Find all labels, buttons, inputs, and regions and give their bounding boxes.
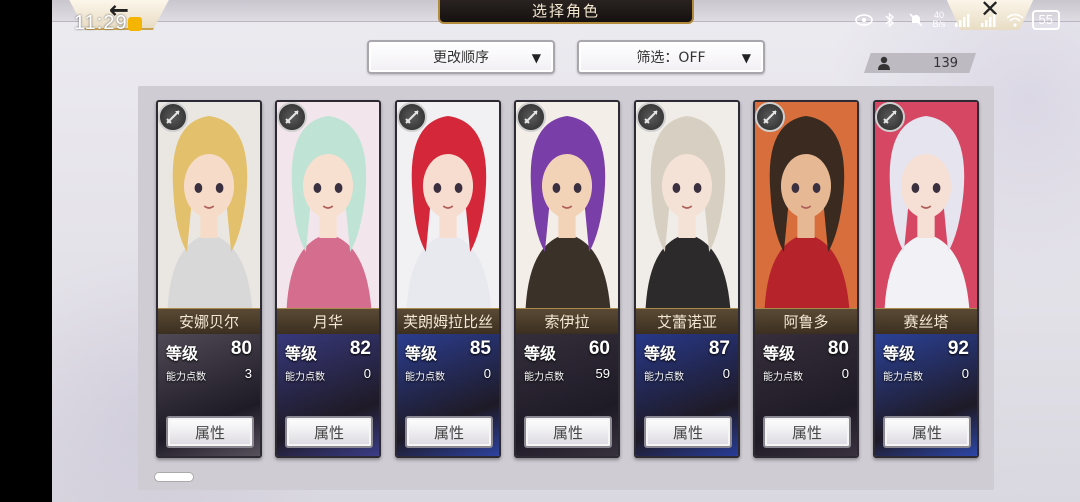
level-label: 等级	[763, 344, 796, 363]
character-name: 艾蕾诺亚	[636, 308, 738, 334]
ability-points-label: 能力点数	[166, 372, 206, 383]
filter-dropdown[interactable]: 筛选：OFF ▼	[577, 40, 765, 74]
level-label: 等级	[883, 344, 916, 363]
level-label: 等级	[405, 344, 438, 363]
bluetooth-icon	[881, 12, 899, 28]
character-portrait	[636, 102, 738, 308]
sword-class-icon	[158, 102, 188, 132]
ability-points-value: 0	[841, 366, 849, 381]
filter-label: 筛选：OFF	[636, 50, 706, 66]
game-screen: ← 选择角色 ✕ 11:29 40 B/s 55 更改顺序 ▼ 筛选：OFF ▼…	[52, 0, 1080, 502]
character-name: 阿鲁多	[755, 308, 857, 334]
level-label: 等级	[285, 344, 318, 363]
level-value: 92	[947, 338, 969, 359]
character-portrait	[755, 102, 857, 308]
attribute-button[interactable]: 属性	[524, 416, 612, 448]
ability-points-value: 0	[363, 366, 371, 381]
character-portrait	[277, 102, 379, 308]
attribute-button[interactable]: 属性	[644, 416, 732, 448]
character-card[interactable]: 阿鲁多等级 80 能力点数 0 属性	[753, 100, 859, 458]
character-portrait	[397, 102, 499, 308]
chevron-down-icon: ▼	[741, 51, 751, 65]
character-portrait	[875, 102, 977, 308]
eye-icon	[854, 12, 873, 28]
level-label: 等级	[166, 344, 199, 363]
sword-class-icon	[397, 102, 427, 132]
ability-points-label: 能力点数	[644, 372, 684, 383]
level-label: 等级	[524, 344, 557, 363]
character-card[interactable]: 索伊拉等级 60 能力点数 59 属性	[514, 100, 620, 458]
wifi-icon	[1006, 12, 1024, 28]
level-value: 87	[708, 338, 730, 359]
ability-points-label: 能力点数	[883, 372, 923, 383]
sword-class-icon	[636, 102, 666, 132]
mute-bell-icon	[907, 12, 925, 28]
character-portrait	[516, 102, 618, 308]
ability-points-value: 59	[595, 366, 610, 381]
character-card[interactable]: 艾蕾诺亚等级 87 能力点数 0 属性	[634, 100, 740, 458]
character-roster: 安娜贝尔等级 80 能力点数 3 属性 月华等级 82 能力点数 0 属性 芙朗姆拉比丝等级 85 能力…	[138, 86, 994, 490]
roster-count: 139	[864, 53, 976, 73]
attribute-button[interactable]: 属性	[405, 416, 493, 448]
character-portrait	[158, 102, 260, 308]
ability-points-label: 能力点数	[405, 372, 445, 383]
level-label: 等级	[644, 344, 677, 363]
signal-icon	[954, 12, 972, 28]
ability-points-label: 能力点数	[285, 372, 325, 383]
attribute-button[interactable]: 属性	[883, 416, 971, 448]
level-value: 85	[469, 338, 491, 359]
ability-points-label: 能力点数	[524, 372, 564, 383]
attribute-button[interactable]: 属性	[166, 416, 254, 448]
character-card[interactable]: 月华等级 82 能力点数 0 属性	[275, 100, 381, 458]
ability-points-value: 3	[244, 366, 252, 381]
ability-points-value: 0	[483, 366, 491, 381]
battery-indicator: 55	[1031, 10, 1060, 30]
horizontal-scrollbar[interactable]	[154, 472, 194, 482]
character-name: 索伊拉	[516, 308, 618, 334]
ability-points-value: 0	[722, 366, 730, 381]
roster-count-value: 139	[933, 55, 958, 71]
attribute-button[interactable]: 属性	[763, 416, 851, 448]
sword-class-icon	[875, 102, 905, 132]
status-icons: 40 B/s 55	[854, 10, 1060, 30]
character-card[interactable]: 芙朗姆拉比丝等级 85 能力点数 0 属性	[395, 100, 501, 458]
signal-icon-2	[980, 12, 998, 28]
notification-icon	[128, 17, 142, 31]
character-name: 芙朗姆拉比丝	[397, 308, 499, 334]
level-value: 82	[349, 338, 371, 359]
character-name: 赛丝塔	[875, 308, 977, 334]
sort-order-dropdown[interactable]: 更改顺序 ▼	[367, 40, 555, 74]
page-title: 选择角色	[438, 0, 694, 24]
ability-points-label: 能力点数	[763, 372, 803, 383]
sword-class-icon	[516, 102, 546, 132]
attribute-button[interactable]: 属性	[285, 416, 373, 448]
status-time: 11:29	[74, 12, 128, 34]
person-icon	[878, 56, 890, 70]
sort-order-label: 更改顺序	[433, 50, 489, 66]
character-card[interactable]: 安娜贝尔等级 80 能力点数 3 属性	[156, 100, 262, 458]
sword-class-icon	[277, 102, 307, 132]
character-card[interactable]: 赛丝塔等级 92 能力点数 0 属性	[873, 100, 979, 458]
level-value: 80	[827, 338, 849, 359]
sword-class-icon	[755, 102, 785, 132]
chevron-down-icon: ▼	[531, 51, 541, 65]
ability-points-value: 0	[961, 366, 969, 381]
network-speed: 40 B/s	[932, 10, 946, 29]
level-value: 80	[230, 338, 252, 359]
character-name: 月华	[277, 308, 379, 334]
character-name: 安娜贝尔	[158, 308, 260, 334]
level-value: 60	[588, 338, 610, 359]
